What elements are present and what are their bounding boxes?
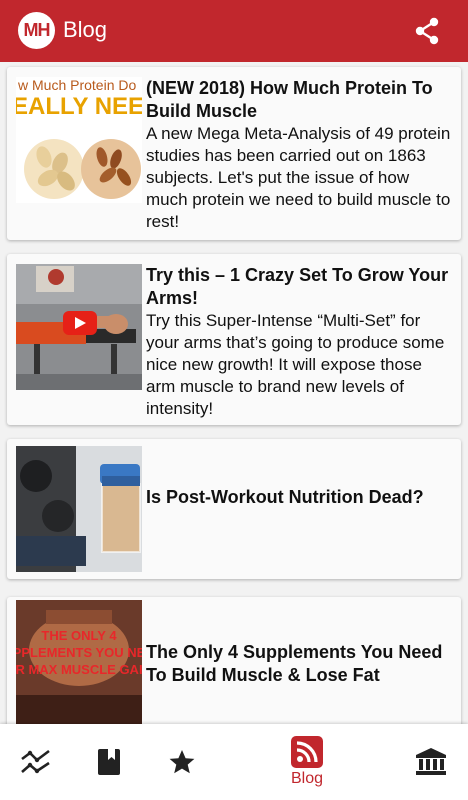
- bank-icon: [416, 748, 446, 775]
- nav-item-trending[interactable]: [14, 724, 58, 800]
- post-description: A new Mega Meta-Analysis of 49 protein s…: [146, 124, 451, 231]
- nav-item-book[interactable]: [87, 724, 131, 800]
- trending-icon: [21, 749, 50, 774]
- nav-item-bank[interactable]: [409, 724, 453, 800]
- post-title[interactable]: The Only 4 Supplements You Need To Build…: [146, 641, 451, 687]
- post-thumbnail[interactable]: w Much Protein Do EALLY NEED: [16, 77, 142, 203]
- nav-label-blog: Blog: [290, 770, 324, 787]
- nav-item-favorites[interactable]: [160, 724, 204, 800]
- share-button[interactable]: [408, 12, 446, 50]
- post-thumbnail[interactable]: [16, 264, 142, 390]
- arm-workout-video-image: [16, 264, 142, 390]
- post-card[interactable]: w Much Protein Do EALLY NEED (NEW 2018) …: [7, 67, 461, 240]
- page-title: Blog: [63, 17, 108, 42]
- post-thumbnail[interactable]: [16, 446, 142, 572]
- mh-logo[interactable]: MH: [18, 12, 55, 49]
- post-card[interactable]: THE ONLY 4 PPLEMENTS YOU NE R MAX MUSCLE…: [7, 597, 461, 724]
- post-card[interactable]: Try this – 1 Crazy Set To Grow Your Arms…: [7, 254, 461, 425]
- post-thumbnail[interactable]: THE ONLY 4 PPLEMENTS YOU NE R MAX MUSCLE…: [16, 600, 142, 724]
- post-card[interactable]: Is Post-Workout Nutrition Dead?: [7, 439, 461, 579]
- shaker-bottle-image: [16, 446, 142, 572]
- thumb-caption-line-1: THE ONLY 4: [41, 628, 117, 643]
- protein-nuts-image: w Much Protein Do EALLY NEED: [16, 77, 142, 203]
- bottom-navigation: Blog: [0, 724, 468, 800]
- thumb-headline: EALLY NEED: [16, 93, 142, 120]
- thumb-caption: w Much Protein Do: [17, 77, 136, 93]
- post-title[interactable]: (NEW 2018) How Much Protein To Build Mus…: [146, 77, 451, 123]
- thumb-caption-line-2: PPLEMENTS YOU NE: [16, 645, 142, 660]
- post-title[interactable]: Try this – 1 Crazy Set To Grow Your Arms…: [146, 264, 451, 310]
- share-icon: [415, 17, 439, 45]
- app-bar: MH Blog: [0, 0, 468, 62]
- star-icon: [169, 750, 195, 774]
- post-feed[interactable]: w Much Protein Do EALLY NEED (NEW 2018) …: [0, 62, 468, 724]
- thumb-caption-line-3: R MAX MUSCLE GAI: [16, 662, 142, 677]
- book-icon: [98, 749, 120, 775]
- post-title[interactable]: Is Post-Workout Nutrition Dead?: [146, 486, 451, 509]
- nav-item-blog[interactable]: Blog: [275, 724, 339, 800]
- supplements-muscle-image: THE ONLY 4 PPLEMENTS YOU NE R MAX MUSCLE…: [16, 600, 142, 724]
- rss-icon: [291, 736, 323, 768]
- post-description: Try this Super-Intense “Multi-Set” for y…: [146, 311, 445, 418]
